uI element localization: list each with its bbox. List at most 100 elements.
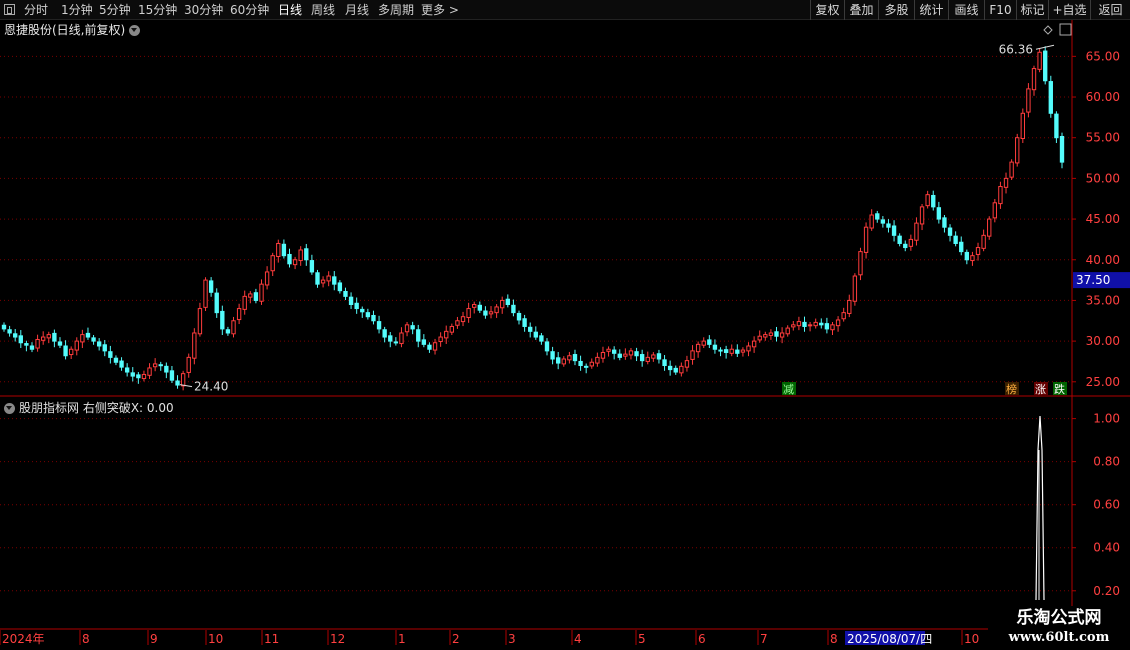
candle-body <box>539 335 544 342</box>
candle-body <box>326 275 331 282</box>
candle-body <box>807 324 813 327</box>
indicator-panel-title: 股朋指标网 右侧突破X: 0.00 <box>4 399 174 416</box>
time-axis-label: 8 <box>82 632 90 646</box>
candle-body <box>729 348 734 354</box>
indicator-tick-label: 0.20 <box>1093 584 1120 598</box>
low-price-label: 24.40 <box>194 380 228 394</box>
candle-body <box>690 350 695 360</box>
candle-body <box>494 306 499 314</box>
candle-body <box>231 320 236 335</box>
candle-body <box>959 241 964 253</box>
indicator-tick-label: 1.00 <box>1093 412 1120 426</box>
candle-body <box>164 365 169 373</box>
candle-body <box>779 332 785 338</box>
candle-body <box>169 370 175 381</box>
candle-body <box>29 345 35 350</box>
current-price-label: 37.50 <box>1076 273 1110 287</box>
site-watermark: 乐淘公式网 www.60lt.com <box>988 606 1130 650</box>
candle-body <box>63 345 68 357</box>
candle-body <box>875 213 880 220</box>
candle-body <box>606 348 611 352</box>
chevron-down-icon[interactable] <box>4 403 15 414</box>
candle-body <box>998 186 1003 205</box>
candle-body <box>841 312 846 320</box>
time-axis-label: 5 <box>638 632 646 646</box>
candle-body <box>427 344 432 350</box>
candle-body <box>628 350 634 356</box>
candle-body <box>360 308 365 313</box>
candle-body <box>763 334 768 338</box>
candle-body <box>992 202 998 219</box>
candle-body <box>550 351 555 360</box>
candle-body <box>673 367 678 373</box>
time-axis-label: 7 <box>760 632 768 646</box>
price-tick-label: 55.00 <box>1086 131 1120 145</box>
candle-body <box>740 349 746 353</box>
candle-body <box>802 321 807 327</box>
candle-body <box>220 310 225 330</box>
candle-body <box>528 326 533 332</box>
candle-body <box>180 373 186 387</box>
candle-body <box>791 324 796 328</box>
candle-body <box>634 351 639 357</box>
candle-body <box>824 323 830 330</box>
candle-body <box>891 225 897 236</box>
indicator-tick-label: 0.80 <box>1093 455 1120 469</box>
candle-body <box>707 339 712 345</box>
candle-body <box>561 358 566 365</box>
candle-body <box>936 207 942 220</box>
candle-body <box>488 311 494 315</box>
candle-body <box>158 364 163 367</box>
watermark-url: www.60lt.com <box>1008 630 1110 645</box>
candle-body <box>416 329 421 342</box>
price-tick-label: 50.00 <box>1086 171 1120 185</box>
candle-body <box>1059 135 1065 163</box>
candle-body <box>953 235 958 244</box>
candle-body <box>858 251 863 276</box>
chevron-down-icon[interactable] <box>129 25 141 36</box>
candle-body <box>1043 50 1048 82</box>
candle-body <box>735 349 740 354</box>
candle-body <box>354 302 359 310</box>
candle-body <box>332 276 337 285</box>
cursor-date-label: 2025/08/07/四 <box>847 632 932 646</box>
candle-body <box>337 282 343 292</box>
candle-body <box>270 255 275 272</box>
candle-body <box>113 357 119 363</box>
candle-body <box>813 321 818 327</box>
candle-body <box>886 223 891 228</box>
candle-body <box>774 331 779 337</box>
candle-body <box>975 247 981 255</box>
candle-body <box>511 304 516 314</box>
candle-body <box>57 341 63 346</box>
high-price-label: 66.36 <box>999 42 1033 56</box>
event-marker-label: 跌 <box>1054 382 1065 396</box>
candle-body <box>124 367 130 373</box>
indicator-name-label: 股朋指标网 右侧突破X: 0.00 <box>19 401 174 415</box>
candle-body <box>343 290 348 297</box>
candle-body <box>253 292 259 301</box>
kline-chart[interactable]: 65.00 60.00 55.00 50.00 45.00 40.00 35.00 30.00… <box>0 0 1130 650</box>
candle-body <box>914 222 919 241</box>
candle-body <box>1009 161 1014 178</box>
candle-body <box>500 299 505 309</box>
candle-body <box>438 336 443 343</box>
candle-body <box>152 363 158 368</box>
candle-body <box>830 324 835 331</box>
candle-body <box>399 332 404 345</box>
candle-body <box>236 308 242 321</box>
candle-body <box>41 336 46 341</box>
time-axis-label: 12 <box>330 632 345 646</box>
window-toggle-icon <box>1059 23 1072 36</box>
candle-body <box>455 320 460 326</box>
price-tick-label: 45.00 <box>1086 212 1120 226</box>
candle-body <box>281 243 287 257</box>
candle-body <box>225 329 231 334</box>
candle-body <box>964 251 970 261</box>
event-marker-label: 榜 <box>1006 382 1017 396</box>
candle-body <box>863 226 869 253</box>
candle-body <box>970 255 975 262</box>
candle-body <box>147 367 152 376</box>
candle-body <box>589 361 594 367</box>
candle-body <box>242 295 247 310</box>
